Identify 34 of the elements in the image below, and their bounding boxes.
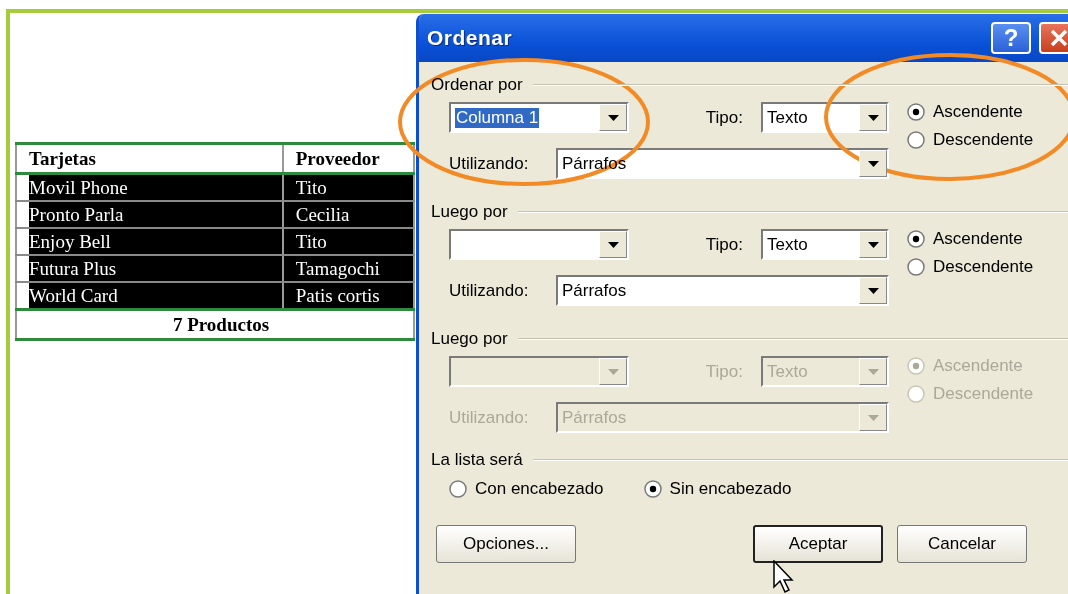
table-cell: Cecilia bbox=[282, 201, 414, 228]
table-cell: Tito bbox=[282, 173, 414, 201]
dropdown-field[interactable]: Texto bbox=[761, 229, 889, 260]
section-title: Luego por bbox=[431, 329, 508, 349]
field-label: Utilizando: bbox=[449, 280, 529, 301]
section-title: Ordenar por bbox=[431, 75, 523, 95]
field-label: Utilizando: bbox=[449, 407, 529, 428]
table-cell: Enjoy Bell bbox=[16, 228, 283, 255]
table-footer: 7 Productos bbox=[16, 309, 414, 340]
field-label: Tipo: bbox=[705, 361, 743, 382]
field-label: Tipo: bbox=[705, 107, 743, 128]
section-title: Luego por bbox=[431, 202, 508, 222]
help-button[interactable]: ? bbox=[991, 22, 1031, 54]
field-label: Tipo: bbox=[705, 234, 743, 255]
table-cell: Movil Phone bbox=[16, 173, 283, 201]
table-cell: Tito bbox=[282, 228, 414, 255]
radio-label[interactable]: Ascendente bbox=[933, 102, 1023, 122]
dialog-button[interactable]: Opciones... bbox=[436, 525, 576, 563]
field-label: Utilizando: bbox=[449, 153, 529, 174]
dialog-button[interactable]: Cancelar bbox=[897, 525, 1027, 563]
table-cell: Pronto Parla bbox=[16, 201, 283, 228]
dialog-button[interactable]: Aceptar bbox=[753, 525, 883, 563]
dropdown-field[interactable]: Párrafos bbox=[556, 275, 889, 306]
radio-label[interactable]: Sin encabezado bbox=[669, 479, 792, 499]
dropdown-field[interactable]: Texto bbox=[761, 102, 889, 133]
radio-label[interactable]: Ascendente bbox=[933, 229, 1023, 249]
table-cell: Futura Plus bbox=[16, 255, 283, 282]
radio-label[interactable]: Con encabezado bbox=[475, 479, 604, 499]
dropdown-field[interactable]: Columna 1 bbox=[449, 102, 629, 133]
table-cell: Tamagochi bbox=[282, 255, 414, 282]
window-title: Ordenar bbox=[427, 26, 514, 50]
radio-label[interactable]: Descendente bbox=[933, 130, 1034, 150]
radio-label[interactable]: Descendente bbox=[933, 257, 1034, 277]
section-title: La lista será bbox=[431, 450, 523, 470]
